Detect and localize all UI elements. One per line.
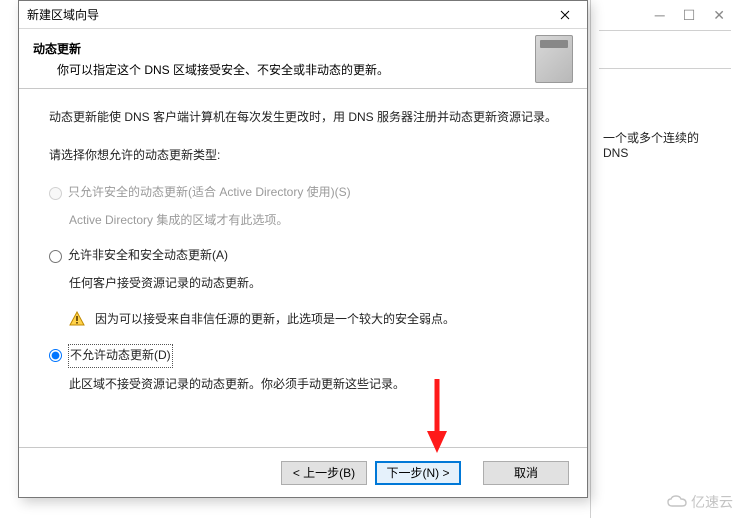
option-secure-only-label: 只允许安全的动态更新(适合 Active Directory 使用)(S) — [68, 182, 351, 204]
header-desc: 你可以指定这个 DNS 区域接受安全、不安全或非动态的更新。 — [57, 61, 535, 78]
wizard-content: 动态更新能使 DNS 客户端计算机在每次发生更改时，用 DNS 服务器注册并动态… — [19, 89, 587, 447]
option-nonsecure-label[interactable]: 允许非安全和安全动态更新(A) — [68, 245, 228, 267]
warning-icon — [69, 311, 85, 327]
option-disallow-sub: 此区域不接受资源记录的动态更新。你必须手动更新这些记录。 — [69, 374, 557, 396]
watermark-logo: 亿速云 — [666, 492, 733, 512]
titlebar: 新建区域向导 — [19, 1, 587, 29]
cloud-icon — [666, 495, 688, 509]
wizard-header: 动态更新 你可以指定这个 DNS 区域接受安全、不安全或非动态的更新。 — [19, 29, 587, 89]
server-icon — [535, 35, 573, 83]
warning-row: 因为可以接受来自非信任源的更新，此选项是一个较大的安全弱点。 — [69, 309, 557, 331]
watermark-text: 亿速云 — [691, 492, 733, 512]
minimize-icon[interactable]: ─ — [655, 7, 665, 23]
bg-titlebar: ─ ☐ ✕ — [591, 0, 739, 30]
dialog-title: 新建区域向导 — [27, 6, 99, 23]
option-disallow[interactable]: 不允许动态更新(D) — [49, 344, 557, 368]
radio-secure-only — [49, 187, 62, 200]
radio-disallow[interactable] — [49, 349, 62, 362]
wizard-dialog: 新建区域向导 动态更新 你可以指定这个 DNS 区域接受安全、不安全或非动态的更… — [18, 0, 588, 498]
header-title: 动态更新 — [33, 40, 535, 57]
option-nonsecure-sub: 任何客户接受资源记录的动态更新。 — [69, 273, 557, 295]
option-secure-only: 只允许安全的动态更新(适合 Active Directory 使用)(S) — [49, 182, 557, 204]
next-button[interactable]: 下一步(N) > — [375, 461, 461, 485]
option-nonsecure[interactable]: 允许非安全和安全动态更新(A) — [49, 245, 557, 267]
option-secure-only-sub: Active Directory 集成的区域才有此选项。 — [69, 210, 557, 232]
option-disallow-label[interactable]: 不允许动态更新(D) — [68, 344, 173, 368]
wizard-footer: < 上一步(B) 下一步(N) > 取消 — [19, 447, 587, 497]
radio-nonsecure[interactable] — [49, 250, 62, 263]
back-button[interactable]: < 上一步(B) — [281, 461, 367, 485]
cancel-button[interactable]: 取消 — [483, 461, 569, 485]
intro-text: 动态更新能使 DNS 客户端计算机在每次发生更改时，用 DNS 服务器注册并动态… — [49, 107, 557, 129]
close-icon — [560, 10, 570, 20]
bg-partial-text: 一个或多个连续的 DNS — [591, 69, 739, 220]
background-window: ─ ☐ ✕ 一个或多个连续的 DNS — [590, 0, 739, 518]
maximize-icon[interactable]: ☐ — [683, 7, 696, 24]
close-icon[interactable]: ✕ — [713, 7, 725, 24]
warning-text: 因为可以接受来自非信任源的更新，此选项是一个较大的安全弱点。 — [95, 309, 455, 331]
close-button[interactable] — [543, 1, 587, 29]
prompt-text: 请选择你想允许的动态更新类型: — [49, 145, 557, 167]
